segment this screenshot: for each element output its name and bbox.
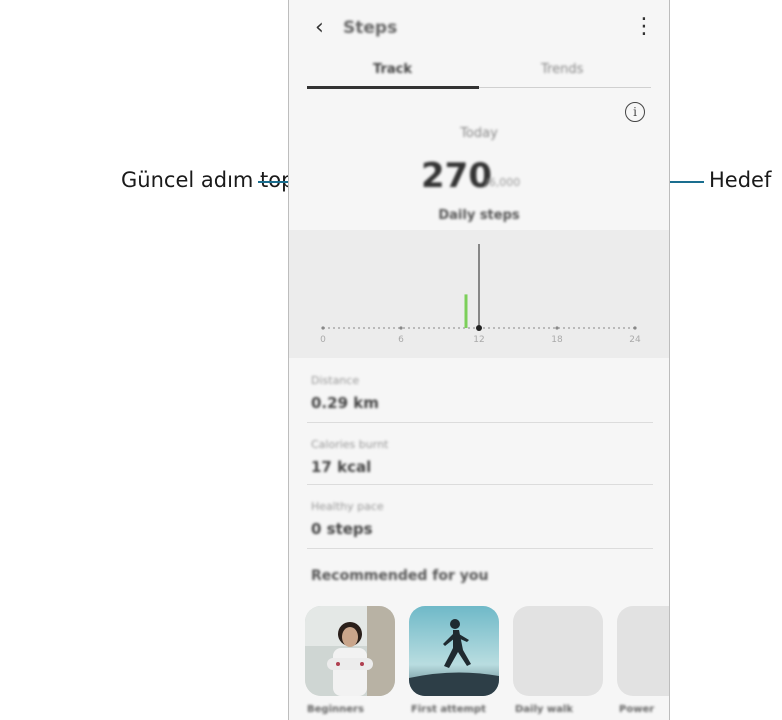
divider xyxy=(307,548,653,549)
chart-tick-label: 6 xyxy=(398,335,404,345)
recommended-card-beginners[interactable] xyxy=(305,606,395,696)
stat-label-distance: Distance xyxy=(311,374,360,387)
chart-tick-dot xyxy=(399,326,403,330)
chart-tick-label: 24 xyxy=(629,335,641,345)
stat-label-healthy-pace: Healthy pace xyxy=(311,500,384,513)
tab-indicator xyxy=(307,86,479,89)
tab-divider xyxy=(479,87,651,88)
target-steps-value: /6,000 xyxy=(485,176,521,189)
more-vertical-icon[interactable]: ⋮ xyxy=(633,14,655,39)
recommended-label: Daily walk xyxy=(515,704,573,715)
recommended-card-power[interactable] xyxy=(617,606,669,696)
tab-track[interactable]: Track xyxy=(373,62,412,77)
chart-tick-dot xyxy=(321,326,325,330)
chevron-left-icon[interactable]: ‹ xyxy=(315,15,324,40)
runner-image xyxy=(409,606,499,696)
daily-steps-caption: Daily steps xyxy=(438,208,520,223)
chart-bar xyxy=(464,294,468,328)
info-icon[interactable]: i xyxy=(625,102,645,122)
recommended-label: First attempt xyxy=(411,704,486,715)
tab-trends[interactable]: Trends xyxy=(541,62,583,77)
period-label: Today xyxy=(460,126,498,141)
chart-tick-label: 18 xyxy=(551,335,563,345)
recommended-title: Recommended for you xyxy=(311,568,489,584)
chart-tick-dot xyxy=(633,326,637,330)
woman-portrait-image xyxy=(305,606,395,696)
recommended-label: Power xyxy=(619,704,655,715)
stat-value-distance: 0.29 km xyxy=(311,394,379,412)
page-title: Steps xyxy=(343,18,398,38)
recommended-card-first-attempt[interactable] xyxy=(409,606,499,696)
recommended-label: Beginners xyxy=(307,704,364,715)
divider xyxy=(307,484,653,485)
callout-target: Hedef xyxy=(709,168,772,192)
chart-tick-label: 0 xyxy=(320,335,326,345)
steps-chart-svg: 0 6 12 18 24 xyxy=(320,244,641,345)
current-steps-value: 270 xyxy=(421,156,492,196)
divider xyxy=(307,422,653,423)
recommended-card-daily-walk[interactable] xyxy=(513,606,603,696)
stat-value-healthy-pace: 0 steps xyxy=(311,520,373,538)
steps-chart[interactable]: 0 6 12 18 24 xyxy=(289,230,669,358)
chart-tick-dot xyxy=(555,326,559,330)
stat-label-calories: Calories burnt xyxy=(311,438,389,451)
phone-screen: ‹ Steps ⋮ Track Trends i Today 270 /6,00… xyxy=(288,0,670,720)
stat-value-calories: 17 kcal xyxy=(311,458,372,476)
app-bar: ‹ Steps ⋮ xyxy=(289,0,669,58)
chart-tick-label: 12 xyxy=(473,335,484,345)
chart-current-time-dot xyxy=(476,325,482,331)
